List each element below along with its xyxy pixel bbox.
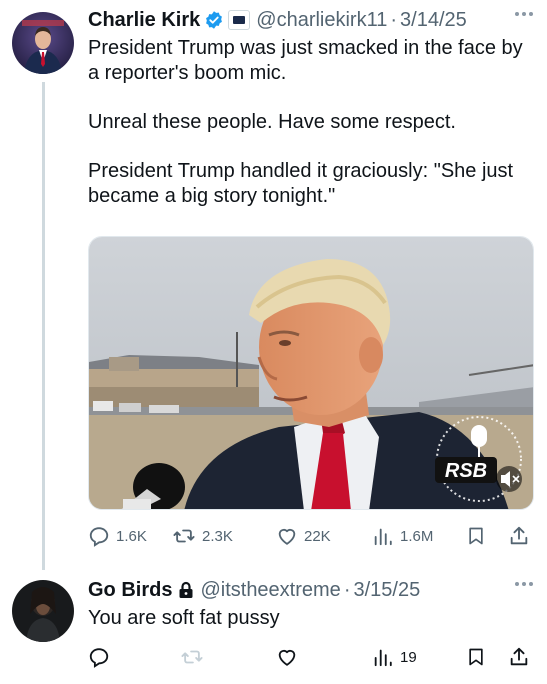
tweet-text: You are soft fat pussy bbox=[88, 606, 529, 631]
views-button[interactable]: 1.6M bbox=[372, 523, 433, 549]
bookmark-icon bbox=[466, 646, 486, 668]
tweet-header: Charlie Kirk @charliekirk11 · 3/14/25 bbox=[88, 8, 535, 32]
share-icon bbox=[508, 646, 530, 668]
reply-button[interactable]: 1.6K bbox=[88, 523, 147, 549]
views-icon bbox=[372, 646, 394, 668]
repost-button[interactable]: 2.3K bbox=[172, 523, 233, 549]
views-count: 1.6M bbox=[400, 527, 434, 545]
reply-icon bbox=[88, 646, 110, 668]
views-button[interactable]: 19 bbox=[372, 644, 417, 670]
reply-icon bbox=[88, 525, 110, 547]
tweet-line: President Trump was just smacked in the … bbox=[88, 37, 523, 84]
repost-icon bbox=[172, 525, 196, 547]
handle[interactable]: @itstheextreme bbox=[200, 579, 340, 602]
share-button[interactable] bbox=[508, 644, 530, 670]
more-icon[interactable] bbox=[515, 12, 533, 16]
like-count: 22K bbox=[304, 527, 331, 545]
timestamp[interactable]: 3/15/25 bbox=[353, 579, 420, 602]
reply-button[interactable] bbox=[88, 644, 110, 670]
tweet-actions: 1.6K 2.3K 22K 1.6M bbox=[88, 523, 535, 549]
avatar[interactable] bbox=[12, 580, 74, 642]
like-button[interactable] bbox=[276, 644, 298, 670]
display-name[interactable]: Charlie Kirk bbox=[88, 9, 200, 32]
timestamp[interactable]: 3/14/25 bbox=[400, 9, 467, 32]
tweet-charlie-kirk[interactable]: Charlie Kirk @charliekirk11 · 3/14/25 Pr… bbox=[0, 0, 547, 570]
share-icon bbox=[508, 525, 530, 547]
watermark-text: RSB bbox=[445, 460, 487, 482]
bookmark-icon bbox=[466, 525, 486, 547]
tweet-go-birds[interactable]: Go Birds @itstheextreme · 3/15/25 You ar… bbox=[0, 570, 547, 684]
like-icon bbox=[276, 646, 298, 668]
avatar[interactable] bbox=[12, 12, 74, 74]
reply-count: 1.6K bbox=[116, 527, 147, 545]
like-icon bbox=[276, 525, 298, 547]
share-button[interactable] bbox=[508, 523, 530, 549]
mute-icon[interactable] bbox=[496, 466, 522, 492]
views-icon bbox=[372, 525, 394, 547]
verified-badge-icon bbox=[204, 10, 224, 30]
more-icon[interactable] bbox=[515, 582, 533, 586]
bookmark-button[interactable] bbox=[466, 523, 486, 549]
tweet-header: Go Birds @itstheextreme · 3/15/25 bbox=[88, 578, 535, 602]
bookmark-button[interactable] bbox=[466, 644, 486, 670]
tweet-line: President Trump handled it graciously: "… bbox=[88, 160, 514, 207]
tweet-actions: 19 bbox=[88, 644, 535, 670]
tweet-text: President Trump was just smacked in the … bbox=[88, 36, 529, 209]
repost-count: 2.3K bbox=[202, 527, 233, 545]
thread-line bbox=[42, 82, 45, 570]
tweet-line: Unreal these people. Have some respect. bbox=[88, 111, 456, 133]
tweet-video[interactable]: RSB bbox=[88, 236, 534, 510]
separator-dot: · bbox=[390, 8, 398, 31]
like-button[interactable]: 22K bbox=[276, 523, 331, 549]
repost-icon bbox=[180, 646, 204, 668]
lock-icon bbox=[178, 581, 194, 599]
separator-dot: · bbox=[343, 578, 351, 601]
tweet-line: You are soft fat pussy bbox=[88, 607, 280, 629]
handle[interactable]: @charliekirk11 bbox=[256, 9, 387, 32]
display-name[interactable]: Go Birds bbox=[88, 579, 172, 602]
views-count: 19 bbox=[400, 648, 417, 666]
repost-button bbox=[180, 644, 204, 670]
affiliation-badge-icon[interactable] bbox=[228, 10, 251, 30]
